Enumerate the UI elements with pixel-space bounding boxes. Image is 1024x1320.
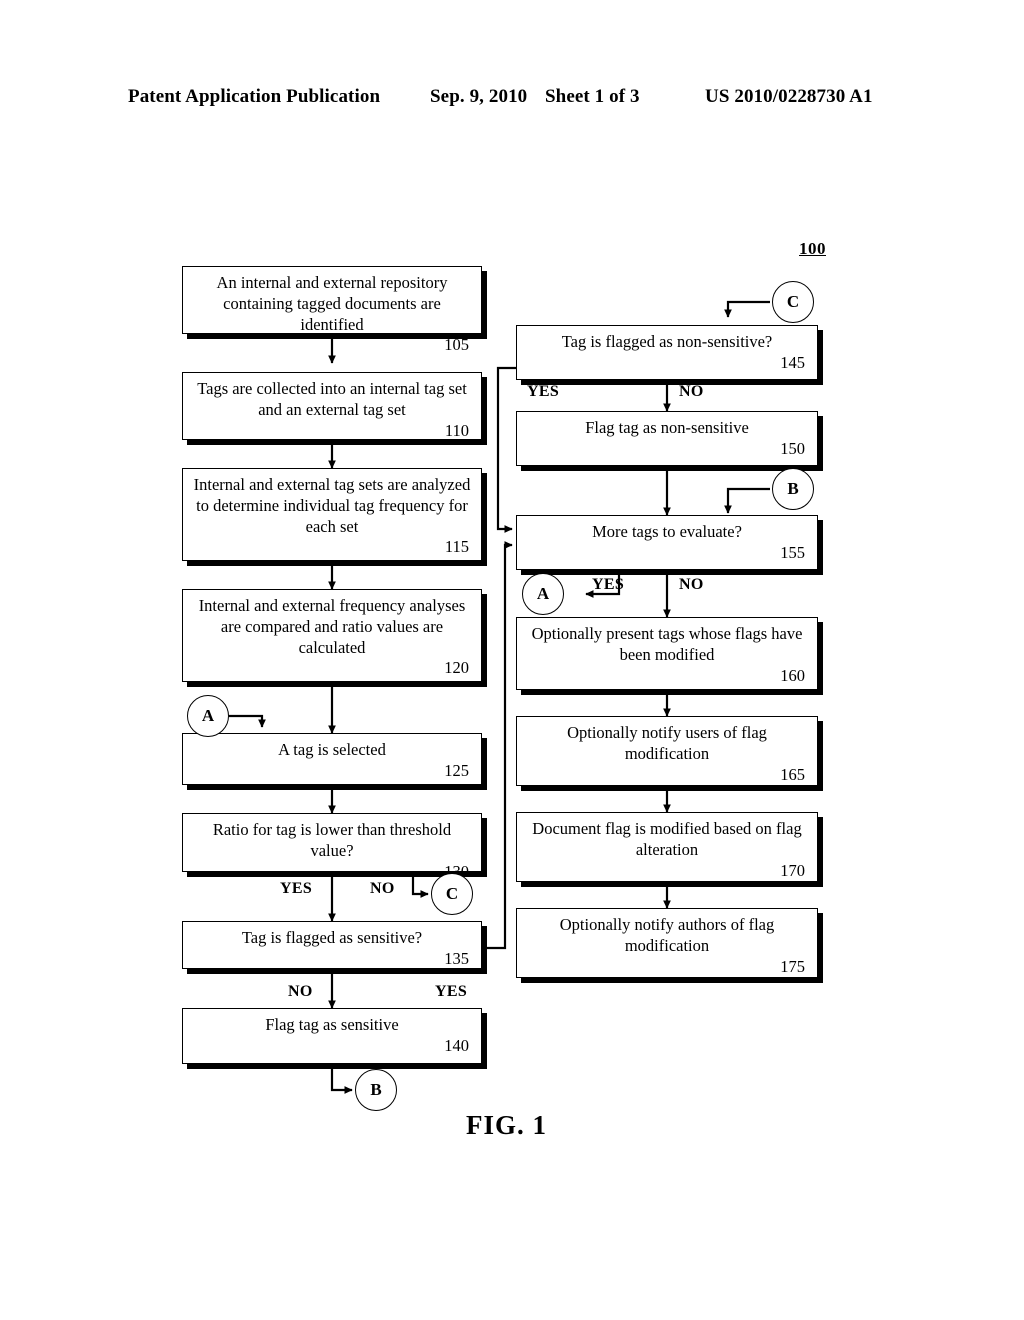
flow-node-105[interactable]: An internal and external repository cont…: [182, 266, 482, 354]
figure-caption: FIG. 1: [466, 1110, 548, 1140]
branch-label-yes-135: YES: [435, 983, 468, 1000]
flow-node-125-number: 125: [444, 760, 469, 780]
branch-label-no-145: NO: [679, 383, 704, 400]
flow-node-105-number: 105: [444, 335, 469, 355]
flow-node-165[interactable]: Optionally notify users of flag modifica…: [516, 716, 818, 786]
header-publication-label: Patent Application Publication: [128, 86, 381, 107]
flow-node-140[interactable]: Flag tag as sensitive 140: [182, 1008, 482, 1064]
connector-circle-c-left-label: C: [445, 884, 459, 903]
flow-node-155-text: More tags to evaluate?: [592, 522, 742, 541]
flow-node-150[interactable]: Flag tag as non-sensitive 150: [516, 411, 818, 466]
page-header: Patent Application Publication Sep. 9, 2…: [0, 86, 1024, 112]
flow-node-120-number: 120: [444, 658, 469, 678]
flow-node-130[interactable]: Ratio for tag is lower than threshold va…: [182, 813, 482, 881]
flow-node-135-text: Tag is flagged as sensitive?: [241, 928, 423, 947]
connector-circle-b-right[interactable]: B: [772, 468, 814, 510]
flow-node-140-number: 140: [444, 1035, 469, 1055]
connector-circle-b-left[interactable]: B: [355, 1069, 397, 1111]
flow-node-150-number: 150: [780, 438, 805, 458]
flow-node-110[interactable]: Tags are collected into an internal tag …: [182, 372, 482, 440]
flow-node-105-text: An internal and external repository cont…: [216, 273, 448, 334]
flow-node-140-text: Flag tag as sensitive: [265, 1015, 399, 1034]
connector-circle-c-right-label: C: [786, 292, 800, 311]
branch-label-yes-145: YES: [527, 383, 560, 400]
flow-node-165-text: Optionally notify users of flag modifica…: [567, 723, 767, 763]
connector-circle-a-left-label: A: [201, 706, 215, 725]
flow-node-155-number: 155: [780, 542, 805, 562]
connector-circle-c-left[interactable]: C: [431, 873, 473, 915]
flow-node-115-number: 115: [444, 537, 469, 557]
flow-node-160-text: Optionally present tags whose flags have…: [531, 624, 803, 664]
connector-circle-a-left[interactable]: A: [187, 695, 229, 737]
flow-node-125-text: A tag is selected: [278, 740, 386, 759]
flow-node-150-text: Flag tag as non-sensitive: [585, 418, 749, 437]
flow-node-160-number: 160: [780, 665, 805, 685]
connector-circle-a-right-label: A: [536, 584, 550, 603]
figure-reference-numeral: 100: [799, 239, 826, 258]
flow-node-175-text: Optionally notify authors of flag modifi…: [559, 915, 775, 955]
flow-node-120-text: Internal and external frequency analyses…: [198, 596, 466, 657]
flow-node-155[interactable]: More tags to evaluate? 155: [516, 515, 818, 570]
branch-label-no-135: NO: [288, 983, 313, 1000]
branch-label-yes-130: YES: [280, 880, 313, 897]
connector-circle-b-right-label: B: [787, 479, 799, 498]
flow-node-115-text: Internal and external tag sets are analy…: [193, 475, 471, 536]
branch-label-yes-155: YES: [592, 576, 625, 593]
flow-node-170[interactable]: Document flag is modified based on flag …: [516, 812, 818, 882]
flow-node-130-number: 130: [444, 861, 469, 881]
flow-node-175-number: 175: [780, 956, 805, 976]
flow-node-170-text: Document flag is modified based on flag …: [532, 819, 802, 859]
flow-node-135-number: 135: [444, 948, 469, 968]
flow-node-170-number: 170: [780, 860, 805, 880]
flow-node-145-number: 145: [780, 352, 805, 372]
flow-node-145[interactable]: Tag is flagged as non-sensitive? 145: [516, 325, 818, 380]
flow-node-110-text: Tags are collected into an internal tag …: [197, 379, 467, 419]
connector-circle-c-right[interactable]: C: [772, 281, 814, 323]
flow-node-135[interactable]: Tag is flagged as sensitive? 135: [182, 921, 482, 969]
flow-node-125[interactable]: A tag is selected 125: [182, 733, 482, 785]
flow-node-175[interactable]: Optionally notify authors of flag modifi…: [516, 908, 818, 978]
flow-node-130-text: Ratio for tag is lower than threshold va…: [212, 820, 452, 860]
flow-node-115[interactable]: Internal and external tag sets are analy…: [182, 468, 482, 561]
flow-node-145-text: Tag is flagged as non-sensitive?: [561, 332, 773, 351]
header-date-label: Sep. 9, 2010: [430, 86, 528, 107]
flow-node-165-number: 165: [780, 764, 805, 784]
branch-label-no-155: NO: [679, 576, 704, 593]
connector-circle-a-right[interactable]: A: [522, 573, 564, 615]
header-sheet-label: Sheet 1 of 3: [545, 86, 640, 107]
flow-node-160[interactable]: Optionally present tags whose flags have…: [516, 617, 818, 690]
flow-node-120[interactable]: Internal and external frequency analyses…: [182, 589, 482, 682]
flow-node-110-number: 110: [444, 420, 469, 440]
connector-circle-b-left-label: B: [370, 1080, 382, 1099]
branch-label-no-130: NO: [370, 880, 395, 897]
header-patent-number: US 2010/0228730 A1: [705, 86, 873, 107]
